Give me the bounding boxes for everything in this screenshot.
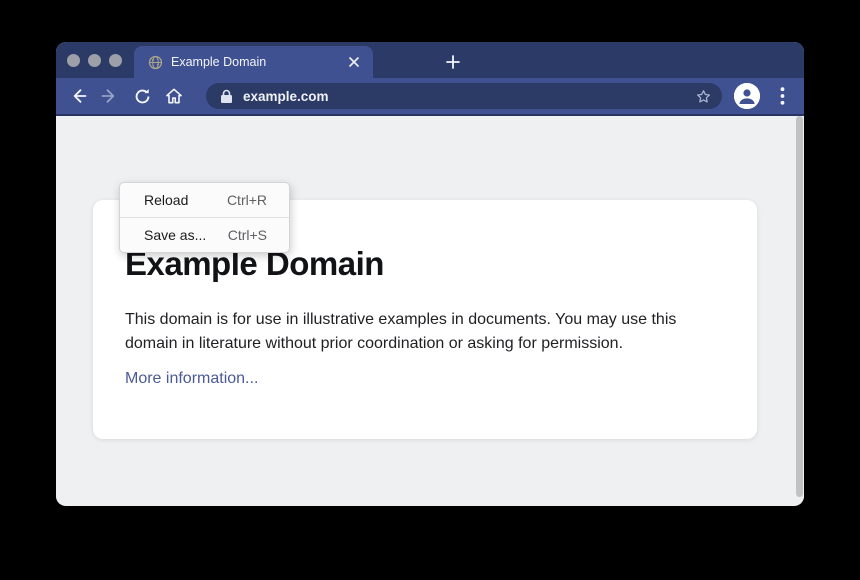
tab-bar: Example Domain [56, 42, 804, 78]
page-viewport: Example Domain This domain is for use in… [56, 116, 804, 504]
tab-close-icon[interactable] [345, 53, 363, 71]
zoom-window-button[interactable] [109, 54, 122, 67]
tab-example-domain[interactable]: Example Domain [134, 46, 373, 78]
avatar-icon [734, 83, 760, 109]
profile-button[interactable] [734, 83, 760, 109]
page-paragraph: This domain is for use in illustrative e… [125, 308, 717, 356]
scrollbar[interactable] [796, 116, 803, 497]
context-menu: Reload Ctrl+R Save as... Ctrl+S [119, 182, 290, 253]
browser-window: Example Domain [56, 42, 804, 506]
star-icon [694, 87, 713, 106]
close-window-button[interactable] [67, 54, 80, 67]
url-text: example.com [243, 89, 692, 104]
back-icon [68, 86, 88, 106]
tab-title: Example Domain [171, 55, 345, 69]
favicon-icon [148, 55, 163, 70]
forward-button[interactable] [98, 84, 122, 108]
menu-item-shortcut: Ctrl+R [227, 192, 267, 208]
plus-icon [446, 55, 460, 69]
forward-icon [100, 86, 120, 106]
menu-item-label: Save as... [144, 227, 206, 243]
reload-icon [133, 87, 152, 106]
menu-item-save-as[interactable]: Save as... Ctrl+S [120, 218, 289, 252]
minimize-window-button[interactable] [88, 54, 101, 67]
address-bar[interactable]: example.com [206, 83, 722, 109]
window-controls [67, 42, 122, 78]
new-tab-button[interactable] [441, 50, 465, 74]
toolbar: example.com [56, 78, 804, 116]
lock-icon [220, 89, 233, 104]
bookmark-button[interactable] [692, 85, 714, 107]
menu-item-reload[interactable]: Reload Ctrl+R [120, 183, 289, 217]
menu-item-shortcut: Ctrl+S [228, 227, 267, 243]
back-button[interactable] [66, 84, 90, 108]
menu-item-label: Reload [144, 192, 188, 208]
home-icon [164, 86, 184, 106]
home-button[interactable] [162, 84, 186, 108]
three-dots-icon [780, 87, 785, 105]
more-information-link[interactable]: More information... [125, 370, 258, 388]
reload-button[interactable] [130, 84, 154, 108]
browser-menu-button[interactable] [772, 84, 792, 108]
